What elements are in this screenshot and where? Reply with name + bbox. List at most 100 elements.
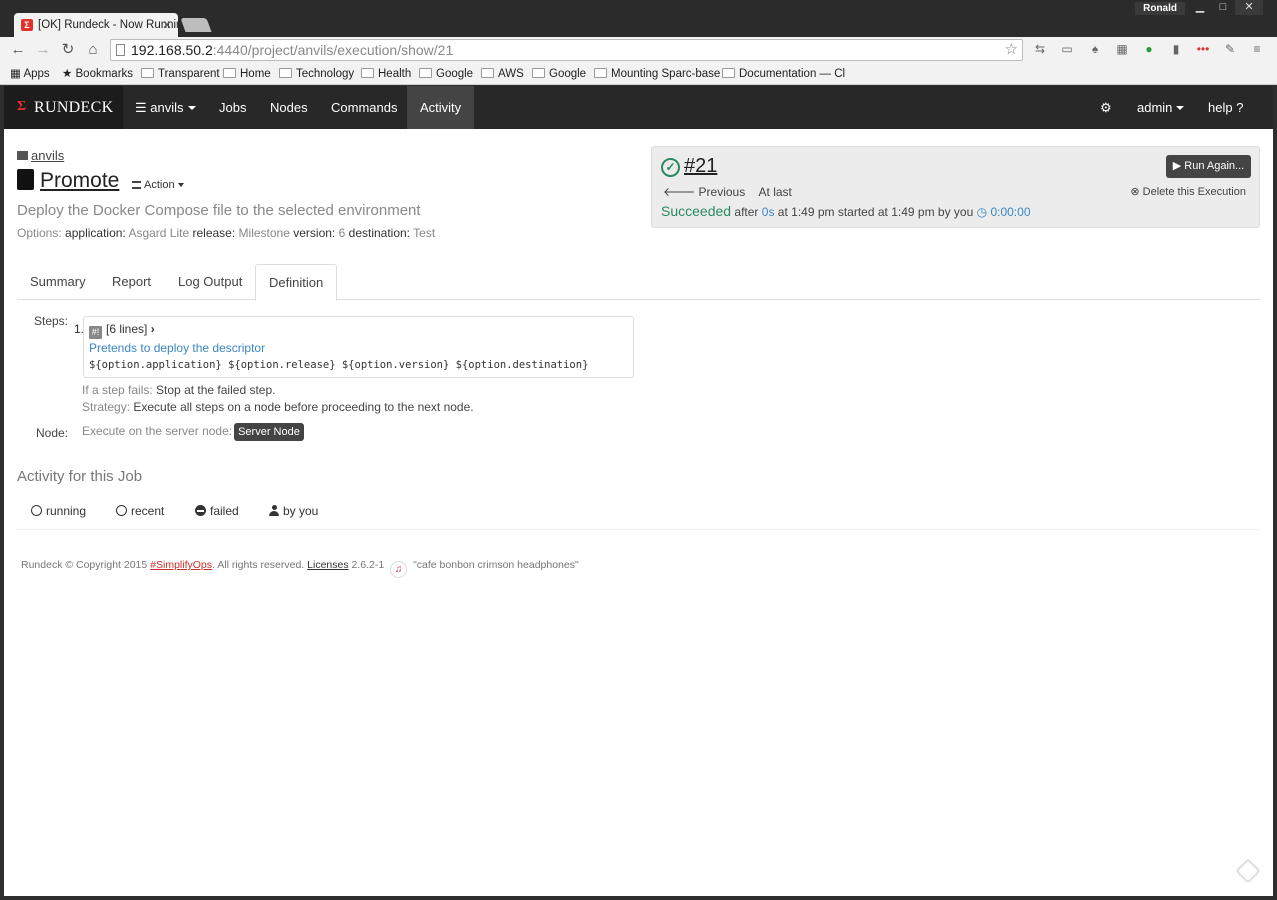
tab-report[interactable]: Report <box>99 264 164 300</box>
simplifyops-link[interactable]: #SimplifyOps <box>150 559 212 571</box>
project-menu[interactable]: ☰ anvils <box>135 86 196 129</box>
green-extension-icon[interactable]: ● <box>1142 42 1156 56</box>
node-row: Execute on the server node: Server Node <box>82 423 304 441</box>
execution-nav: 🡐 Previous At last <box>663 184 792 199</box>
os-user-badge: Ronald <box>1135 2 1185 15</box>
nav-nodes[interactable]: Nodes <box>270 86 308 129</box>
minus-circle-icon <box>195 505 206 516</box>
run-again-button[interactable]: ▶ Run Again... <box>1166 155 1251 178</box>
headphones-icon: ♫ <box>390 561 408 578</box>
bookmark-google[interactable]: Google <box>419 66 473 82</box>
bookmark-bookmarks[interactable]: ★ Bookmarks <box>62 66 133 82</box>
bookmark-technology[interactable]: Technology <box>279 66 354 82</box>
filter-running[interactable]: running <box>31 504 86 518</box>
tab-log-output[interactable]: Log Output <box>165 264 255 300</box>
reload-icon[interactable]: ↻ <box>58 40 78 60</box>
url-host: 192.168.50.2 <box>131 42 213 58</box>
job-name-link[interactable]: Promote <box>40 169 119 192</box>
forward-icon[interactable]: → <box>33 40 53 60</box>
rundeck-logo-icon: Ʃ <box>17 99 27 114</box>
delete-execution-link[interactable]: ⊗ Delete this Execution <box>1130 185 1246 198</box>
browser-toolbar: ← → ↻ ⌂ 192.168.50.2:4440/project/anvils… <box>0 37 1277 63</box>
activity-heading: Activity for this Job <box>17 468 143 485</box>
back-icon[interactable]: ← <box>8 40 28 60</box>
help-link[interactable]: help ? <box>1208 86 1243 129</box>
home-icon[interactable]: ⌂ <box>83 40 103 60</box>
folder-icon <box>17 151 28 160</box>
feather-extension-icon[interactable]: ✎ <box>1223 42 1237 56</box>
execution-link[interactable]: #21 <box>684 155 717 177</box>
folder-icon <box>532 68 545 78</box>
question-icon: ? <box>1236 100 1244 115</box>
bookmark-mounting[interactable]: Mounting Sparc-base <box>594 66 720 82</box>
caret-down-icon <box>177 183 184 187</box>
nav-activity[interactable]: Activity <box>407 86 475 129</box>
action-menu[interactable]: Action <box>132 179 184 191</box>
bookmark-star-icon[interactable]: ☆ <box>1005 40 1018 60</box>
arrow-left-icon: 🡐 <box>663 185 699 199</box>
rundeck-logo[interactable]: Ʃ RUNDECK <box>4 86 123 129</box>
extension-icon[interactable]: ⇆ <box>1033 42 1047 56</box>
folder-icon <box>223 68 236 78</box>
folder-icon <box>481 68 494 78</box>
reader-extension-icon[interactable]: ▮ <box>1169 42 1183 56</box>
settings-gear-icon[interactable]: ⚙ <box>1100 86 1112 129</box>
nav-commands[interactable]: Commands <box>331 86 397 129</box>
filter-failed[interactable]: failed <box>195 504 239 518</box>
job-title: Promote <box>17 169 119 193</box>
step-args: ${option.application} ${option.release} … <box>89 359 589 371</box>
step-item: #! [6 lines] › Pretends to deploy the des… <box>83 316 634 378</box>
notification-extension-icon[interactable]: ♠ <box>1088 42 1102 56</box>
rundeck-page: Ʃ RUNDECK ☰ anvils Jobs Nodes Commands A… <box>4 86 1273 896</box>
url-path: :4440/project/anvils/execution/show/21 <box>212 42 454 58</box>
bookmark-transparent[interactable]: Transparent <box>141 66 220 82</box>
tab-summary[interactable]: Summary <box>17 264 99 300</box>
breadcrumb-project[interactable]: anvils <box>17 148 64 163</box>
bookmark-home[interactable]: Home <box>223 66 271 82</box>
job-tabs: Summary Report Log Output Definition <box>17 264 1260 301</box>
footer: Rundeck © Copyright 2015 #SimplifyOps. A… <box>21 559 579 578</box>
job-description: Deploy the Docker Compose file to the se… <box>17 202 421 219</box>
filter-by-you[interactable]: by you <box>269 504 318 518</box>
play-icon: ▶ <box>1172 160 1185 172</box>
cast-icon[interactable]: ▭ <box>1060 42 1074 56</box>
calendar-extension-icon[interactable]: ▦ <box>1115 42 1129 56</box>
tab-close-icon[interactable]: ✕ <box>162 13 172 37</box>
bookmark-documentation[interactable]: Documentation — Cl <box>722 66 845 82</box>
folder-icon <box>419 68 432 78</box>
at-last-label: At last <box>758 185 792 199</box>
close-window-button[interactable]: ✕ <box>1235 0 1263 15</box>
browser-tab[interactable]: Ʃ [OK] Rundeck - Now Running ✕ <box>14 13 178 37</box>
bookmark-google-2[interactable]: Google <box>532 66 586 82</box>
filter-recent[interactable]: recent <box>116 504 164 518</box>
feedback-corner-icon[interactable] <box>1235 858 1261 884</box>
script-icon: #! <box>89 326 102 339</box>
bookmark-apps[interactable]: ▦ Apps <box>10 66 50 82</box>
page-icon <box>116 44 125 56</box>
nav-jobs[interactable]: Jobs <box>219 86 246 129</box>
bookmark-aws[interactable]: AWS <box>481 66 524 82</box>
top-navbar: Ʃ RUNDECK ☰ anvils Jobs Nodes Commands A… <box>4 86 1273 129</box>
minimize-button[interactable]: ▁ <box>1189 0 1211 15</box>
steps-label: Steps: <box>34 314 69 328</box>
folder-icon <box>361 68 374 78</box>
if-fails-row: If a step fails: Stop at the failed step… <box>82 383 276 397</box>
new-tab-button[interactable] <box>180 18 212 32</box>
list-icon: ☰ <box>135 100 151 115</box>
elapsed-time: 0:00:00 <box>990 205 1031 219</box>
chevron-right-icon: › <box>150 322 155 336</box>
user-icon <box>269 505 279 516</box>
address-bar[interactable]: 192.168.50.2:4440/project/anvils/executi… <box>110 39 1023 61</box>
previous-link[interactable]: 🡐 Previous <box>663 185 745 199</box>
licenses-link[interactable]: Licenses <box>307 559 348 571</box>
tab-definition[interactable]: Definition <box>255 264 338 301</box>
job-options: Options: application: Asgard Lite releas… <box>17 226 436 240</box>
bookmark-health[interactable]: Health <box>361 66 411 82</box>
maximize-button[interactable]: □ <box>1212 0 1234 15</box>
lastpass-extension-icon[interactable]: ••• <box>1196 42 1210 56</box>
user-menu[interactable]: admin <box>1137 86 1185 129</box>
script-toggle[interactable]: #! [6 lines] › <box>89 322 155 339</box>
tab-title: [OK] Rundeck - Now Running <box>38 19 178 31</box>
menu-icon[interactable]: ≡ <box>1250 42 1264 56</box>
caret-down-icon <box>1176 106 1185 110</box>
